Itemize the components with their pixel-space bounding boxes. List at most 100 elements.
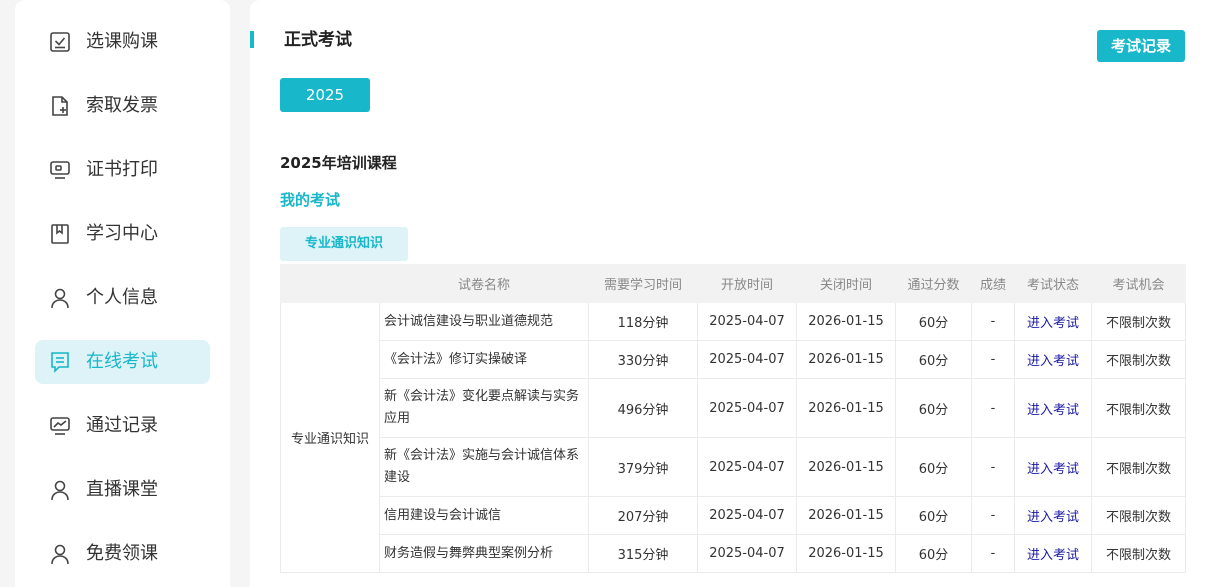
column-header: 开放时间 [698,265,797,303]
score: - [972,535,1015,573]
enter-exam-link[interactable]: 进入考试 [1027,354,1079,369]
enter-exam-link[interactable]: 进入考试 [1027,510,1079,525]
sidebar-item-pass-record[interactable]: 通过记录 [35,404,210,448]
column-header: 通过分数 [896,265,972,303]
open-date: 2025-04-07 [698,535,797,573]
user-icon [49,543,71,565]
category-cell: 专业通识知识 [281,303,380,573]
open-date: 2025-04-07 [698,303,797,341]
table-row: 《会计法》修订实操破译 330分钟 2025-04-07 2026-01-15 … [281,341,1186,379]
sidebar-item-label: 直播课堂 [86,479,158,501]
sidebar-item-label: 选课购课 [86,31,158,53]
score: - [972,303,1015,341]
exam-record-button[interactable]: 考试记录 [1097,30,1185,62]
study-time: 496分钟 [589,379,698,438]
pass-score: 60分 [896,535,972,573]
sidebar-item-online-exam[interactable]: 在线考试 [35,340,210,384]
title-accent-bar [250,31,254,48]
user-icon [49,287,71,309]
table-row: 信用建设与会计诚信 207分钟 2025-04-07 2026-01-15 60… [281,497,1186,535]
sidebar-item-live-class[interactable]: 直播课堂 [35,468,210,512]
close-date: 2026-01-15 [797,341,896,379]
exam-name: 《会计法》修订实操破译 [380,341,589,379]
study-time: 315分钟 [589,535,698,573]
pass-score: 60分 [896,497,972,535]
close-date: 2026-01-15 [797,303,896,341]
exam-chances: 不限制次数 [1092,379,1186,438]
checkbox-icon [49,31,71,53]
score: - [972,379,1015,438]
open-date: 2025-04-07 [698,341,797,379]
exam-name: 会计诚信建设与职业道德规范 [380,303,589,341]
exam-chances: 不限制次数 [1092,303,1186,341]
my-exam-heading: 我的考试 [280,190,340,210]
exam-name: 信用建设与会计诚信 [380,497,589,535]
main-panel: 正式考试 考试记录 2025 2025年培训课程 我的考试 专业通识知识 试卷名… [250,0,1217,587]
column-header [281,265,380,303]
sidebar-item-invoice[interactable]: 索取发票 [35,84,210,128]
column-header: 考试状态 [1015,265,1092,303]
score: - [972,341,1015,379]
exam-name: 新《会计法》实施与会计诚信体系建设 [380,438,589,497]
exam-chances: 不限制次数 [1092,535,1186,573]
sidebar-item-study-center[interactable]: 学习中心 [35,212,210,256]
pass-score: 60分 [896,341,972,379]
column-header: 成绩 [972,265,1015,303]
sidebar-item-label: 个人信息 [86,287,158,309]
table-row: 专业通识知识 会计诚信建设与职业道德规范 118分钟 2025-04-07 20… [281,303,1186,341]
close-date: 2026-01-15 [797,535,896,573]
open-date: 2025-04-07 [698,379,797,438]
study-time: 379分钟 [589,438,698,497]
enter-exam-link[interactable]: 进入考试 [1027,316,1079,331]
exam-chances: 不限制次数 [1092,341,1186,379]
study-time: 330分钟 [589,341,698,379]
year-tab-2025[interactable]: 2025 [280,78,370,112]
document-plus-icon [49,95,71,117]
sidebar-item-label: 在线考试 [86,351,158,373]
sidebar-item-label: 通过记录 [86,415,158,437]
study-time: 207分钟 [589,497,698,535]
close-date: 2026-01-15 [797,379,896,438]
enter-exam-link[interactable]: 进入考试 [1027,403,1079,418]
table-header-row: 试卷名称 需要学习时间 开放时间 关闭时间 通过分数 成绩 考试状态 考试机会 [281,265,1186,303]
enter-exam-link[interactable]: 进入考试 [1027,462,1079,477]
open-date: 2025-04-07 [698,497,797,535]
open-date: 2025-04-07 [698,438,797,497]
sidebar: 选课购课 索取发票 证书打印 学习中心 个人信息 在线考试 通过记录 [15,0,230,587]
table-row: 新《会计法》实施与会计诚信体系建设 379分钟 2025-04-07 2026-… [281,438,1186,497]
table-row: 财务造假与舞弊典型案例分析 315分钟 2025-04-07 2026-01-1… [281,535,1186,573]
sidebar-item-course-purchase[interactable]: 选课购课 [35,20,210,64]
user-icon [49,479,71,501]
score: - [972,438,1015,497]
close-date: 2026-01-15 [797,497,896,535]
book-icon [49,223,71,245]
sidebar-item-label: 学习中心 [86,223,158,245]
chart-icon [49,415,71,437]
enter-exam-link[interactable]: 进入考试 [1027,548,1079,563]
exam-icon [49,351,71,373]
sidebar-item-label: 索取发票 [86,95,158,117]
category-tab[interactable]: 专业通识知识 [280,227,408,261]
column-header: 考试机会 [1092,265,1186,303]
page-title: 正式考试 [284,29,352,51]
sidebar-item-certificate[interactable]: 证书打印 [35,148,210,192]
table-row: 新《会计法》变化要点解读与实务应用 496分钟 2025-04-07 2026-… [281,379,1186,438]
exam-name: 新《会计法》变化要点解读与实务应用 [380,379,589,438]
sidebar-item-profile[interactable]: 个人信息 [35,276,210,320]
close-date: 2026-01-15 [797,438,896,497]
exam-chances: 不限制次数 [1092,438,1186,497]
pass-score: 60分 [896,438,972,497]
sidebar-item-label: 证书打印 [86,159,158,181]
study-time: 118分钟 [589,303,698,341]
column-header: 试卷名称 [380,265,589,303]
exam-chances: 不限制次数 [1092,497,1186,535]
exam-table: 试卷名称 需要学习时间 开放时间 关闭时间 通过分数 成绩 考试状态 考试机会 … [280,264,1186,573]
column-header: 关闭时间 [797,265,896,303]
score: - [972,497,1015,535]
exam-name: 财务造假与舞弊典型案例分析 [380,535,589,573]
pass-score: 60分 [896,303,972,341]
certificate-icon [49,159,71,181]
course-title: 2025年培训课程 [280,153,397,173]
sidebar-item-label: 免费领课 [86,543,158,565]
sidebar-item-free-course[interactable]: 免费领课 [35,532,210,576]
